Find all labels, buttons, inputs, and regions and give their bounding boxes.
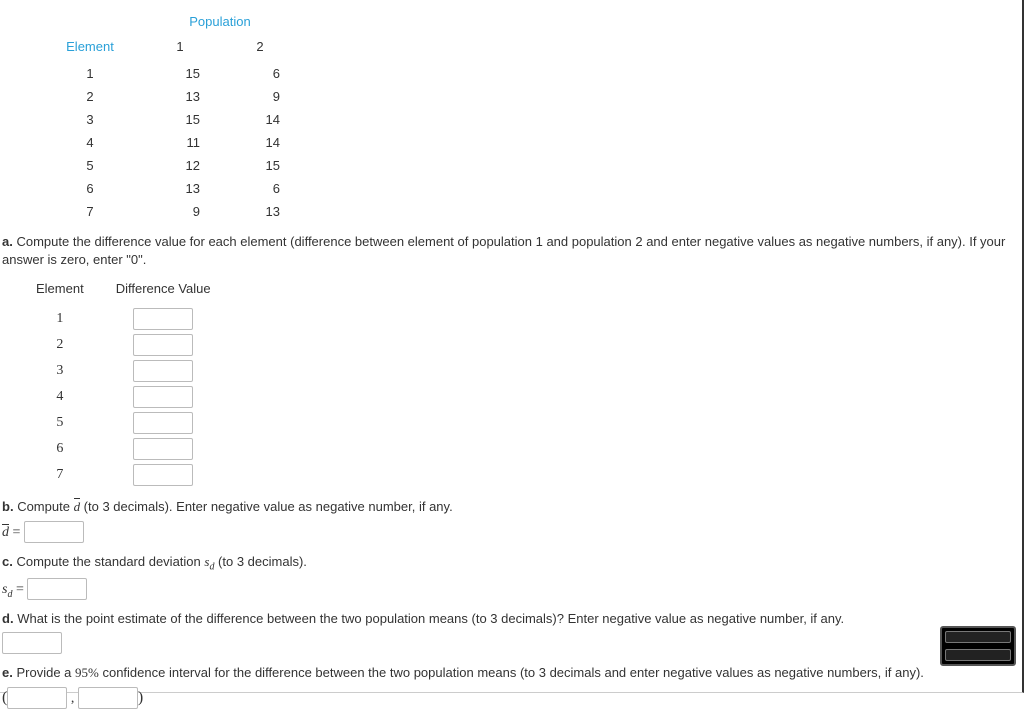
point-estimate-line [2,632,1020,654]
diff-input-3[interactable] [133,360,193,382]
table-row: 1156 [40,62,300,85]
table-row: 41114 [40,131,300,154]
pop1-cell: 15 [140,62,220,85]
element-cell: 1 [40,62,140,85]
pop1-cell: 13 [140,177,220,200]
diff-input-4[interactable] [133,386,193,408]
diff-row: 1 [20,306,227,332]
sd-symbol: sd [204,554,214,569]
element-cell: 5 [40,154,140,177]
question-e: e. Provide a 95% confidence interval for… [2,664,932,682]
equals-sign: = [9,525,24,540]
table-row: 51215 [40,154,300,177]
diff-element: 2 [20,332,100,358]
diff-element: 1 [20,306,100,332]
question-c: c. Compute the standard deviation sd (to… [2,553,1020,575]
table-row: 7913 [40,200,300,223]
toolbar-bar [945,649,1011,661]
pop2-cell: 14 [220,108,300,131]
point-estimate-input[interactable] [2,632,62,654]
element-cell: 4 [40,131,140,154]
element-header: Element [40,35,140,62]
question-c-text-before: Compute the standard deviation [16,554,204,569]
pop1-cell: 15 [140,108,220,131]
pop2-cell: 9 [220,85,300,108]
diff-row: 6 [20,436,227,462]
table-row: 6136 [40,177,300,200]
ci-percent: 95% [75,665,99,680]
page: Population Element 1 2 1156 2139 31514 4… [0,0,1024,693]
diff-input-6[interactable] [133,438,193,460]
population-table: Population Element 1 2 1156 2139 31514 4… [40,10,300,223]
diff-row: 3 [20,358,227,384]
given-data-block: Population Element 1 2 1156 2139 31514 4… [0,0,1022,223]
element-cell: 2 [40,85,140,108]
question-b-text-before: Compute [17,499,73,514]
population-header: Population [140,10,300,35]
ci-lower-input[interactable] [7,687,67,709]
toolbar-widget[interactable] [940,626,1016,666]
table-row: 2139 [40,85,300,108]
question-a: a. Compute the difference value for each… [2,233,1020,269]
toolbar-bar [945,631,1011,643]
sd-input[interactable] [27,578,87,600]
pop1-cell: 13 [140,85,220,108]
question-c-label: c. [2,554,13,569]
question-e-label: e. [2,665,13,680]
diff-row: 5 [20,410,227,436]
question-e-text-after: confidence interval for the difference b… [99,665,924,680]
diff-value-header: Difference Value [100,277,227,306]
element-cell: 3 [40,108,140,131]
question-d: d. What is the point estimate of the dif… [2,610,1020,628]
pop2-cell: 6 [220,177,300,200]
dbar-equation: d = [2,521,1020,543]
table-row: 31514 [40,108,300,131]
ci-equation: ( , ) [2,687,1020,709]
pop2-cell: 15 [220,154,300,177]
close-paren: ) [138,689,143,706]
dbar-input[interactable] [24,521,84,543]
question-e-text-before: Provide a [16,665,75,680]
pop1-header: 1 [140,35,220,62]
diff-row: 2 [20,332,227,358]
diff-element: 7 [20,462,100,488]
d-bar-symbol: d [2,525,9,540]
pop2-cell: 14 [220,131,300,154]
question-b: b. Compute d (to 3 decimals). Enter nega… [2,498,1020,516]
diff-element: 6 [20,436,100,462]
pop1-cell: 11 [140,131,220,154]
diff-element: 4 [20,384,100,410]
diff-row: 4 [20,384,227,410]
question-a-text: Compute the difference value for each el… [2,234,1005,267]
difference-table: Element Difference Value 1 2 3 4 5 6 7 [20,277,227,488]
diff-input-5[interactable] [133,412,193,434]
pop1-cell: 9 [140,200,220,223]
pop2-cell: 6 [220,62,300,85]
diff-input-7[interactable] [133,464,193,486]
element-cell: 6 [40,177,140,200]
pop1-cell: 12 [140,154,220,177]
diff-element: 3 [20,358,100,384]
sd-equation: sd = [2,578,1020,600]
question-b-label: b. [2,499,14,514]
diff-input-1[interactable] [133,308,193,330]
ci-upper-input[interactable] [78,687,138,709]
question-b-text-after: (to 3 decimals). Enter negative value as… [80,499,453,514]
d-bar-symbol: d [74,498,81,516]
diff-row: 7 [20,462,227,488]
diff-element: 5 [20,410,100,436]
question-d-text: What is the point estimate of the differ… [17,611,844,626]
diff-input-2[interactable] [133,334,193,356]
question-a-label: a. [2,234,13,249]
equals-sign: = [12,582,27,597]
element-cell: 7 [40,200,140,223]
pop2-cell: 13 [220,200,300,223]
diff-element-header: Element [20,277,100,306]
pop2-header: 2 [220,35,300,62]
question-d-label: d. [2,611,14,626]
sd-symbol: sd [2,582,12,597]
question-c-text-after: (to 3 decimals). [214,554,306,569]
